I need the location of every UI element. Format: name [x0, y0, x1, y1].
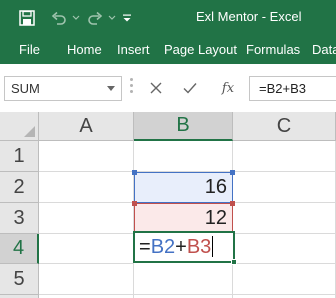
- ribbon-tabs: File Home Insert Page Layout Formulas Da…: [0, 36, 336, 64]
- column-header-a[interactable]: A: [39, 112, 134, 141]
- column-header-c[interactable]: C: [233, 112, 336, 141]
- cell-b3-value: 12: [204, 207, 227, 229]
- cell-b2-value: 16: [204, 176, 227, 198]
- formula-ref-b3: B3: [186, 236, 212, 258]
- cell-c2[interactable]: [233, 172, 336, 203]
- range-handle[interactable]: [230, 170, 235, 175]
- tab-insert[interactable]: Insert: [117, 42, 150, 57]
- range-handle[interactable]: [132, 201, 137, 206]
- formula-bar: SUM fx =B2+B3: [0, 64, 336, 112]
- close-icon: [150, 82, 162, 94]
- title-bar: Exl Mentor - Excel: [0, 0, 336, 36]
- range-handle[interactable]: [230, 201, 235, 206]
- row-header-4[interactable]: 4: [0, 234, 39, 264]
- tab-formulas[interactable]: Formulas: [246, 42, 300, 57]
- drag-handle-icon[interactable]: [130, 78, 134, 100]
- window-title: Exl Mentor - Excel: [196, 9, 302, 24]
- cell-a3[interactable]: [39, 203, 134, 234]
- chevron-down-icon[interactable]: [107, 86, 115, 91]
- cell-c4[interactable]: [233, 234, 336, 264]
- row-header-1[interactable]: 1: [0, 141, 39, 172]
- row-header-5[interactable]: 5: [0, 264, 39, 295]
- text-cursor: [212, 236, 214, 257]
- row-header-3[interactable]: 3: [0, 203, 39, 234]
- cell-c3[interactable]: [233, 203, 336, 234]
- cell-b2[interactable]: 16: [134, 172, 233, 203]
- cell-b1[interactable]: [134, 141, 233, 172]
- insert-function-button[interactable]: fx: [217, 77, 239, 99]
- name-box-value: SUM: [11, 81, 40, 96]
- checkmark-icon: [183, 83, 197, 94]
- cell-a5[interactable]: [39, 264, 134, 295]
- cell-b4-formula[interactable]: =B2+B3: [139, 236, 214, 259]
- cell-b4-editing[interactable]: =B2+B3: [133, 231, 237, 265]
- cell-b3[interactable]: 12: [134, 203, 233, 234]
- tab-data[interactable]: Data: [312, 42, 336, 57]
- enter-button[interactable]: [179, 77, 201, 99]
- redo-icon[interactable]: [84, 0, 106, 36]
- range-handle[interactable]: [132, 170, 137, 175]
- name-box[interactable]: SUM: [4, 76, 122, 101]
- row-header-2[interactable]: 2: [0, 172, 39, 203]
- worksheet-grid: A B C 1 2 3 4 5 16 12 =B2+B3: [0, 112, 336, 298]
- cancel-button[interactable]: [145, 77, 167, 99]
- cell-b5[interactable]: [134, 264, 233, 295]
- column-header-b[interactable]: B: [134, 112, 233, 141]
- save-icon[interactable]: [16, 0, 38, 36]
- select-all-icon: [24, 126, 35, 137]
- tab-home[interactable]: Home: [67, 42, 102, 57]
- tab-page-layout[interactable]: Page Layout: [164, 42, 237, 57]
- cell-c5[interactable]: [233, 264, 336, 295]
- cell-a2[interactable]: [39, 172, 134, 203]
- undo-icon[interactable]: [48, 0, 70, 36]
- fill-handle[interactable]: [231, 259, 237, 265]
- cell-c1[interactable]: [233, 141, 336, 172]
- formula-equals: =: [139, 236, 151, 258]
- formula-input[interactable]: =B2+B3: [249, 76, 336, 101]
- chevron-down-icon[interactable]: [107, 0, 117, 36]
- customize-toolbar-icon[interactable]: [120, 0, 134, 36]
- tab-file[interactable]: File: [19, 42, 40, 57]
- formula-operator: +: [175, 236, 187, 258]
- formula-ref-b2: B2: [150, 236, 176, 258]
- select-all-button[interactable]: [0, 112, 39, 141]
- chevron-down-icon[interactable]: [71, 0, 81, 36]
- cell-a1[interactable]: [39, 141, 134, 172]
- cell-a4[interactable]: [39, 234, 134, 264]
